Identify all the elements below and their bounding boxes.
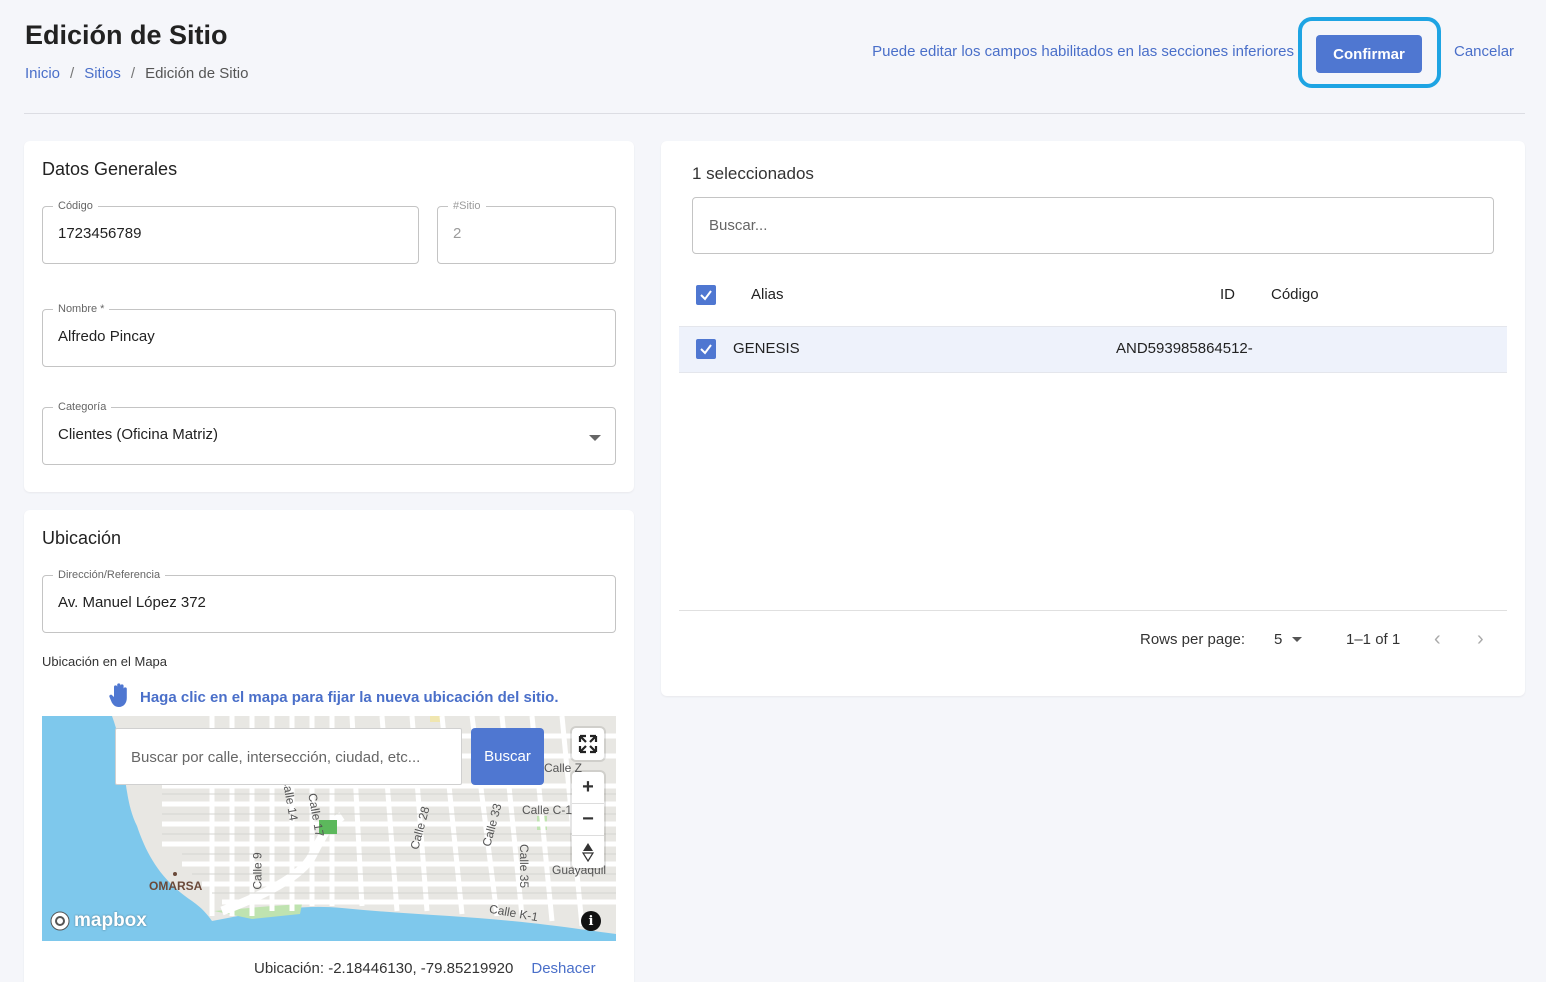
categoria-label: Categoría [53,400,112,414]
map-search-button[interactable]: Buscar [471,728,544,785]
nombre-field[interactable]: Nombre * Alfredo Pincay [42,302,616,367]
map-canvas[interactable]: Calle Z Calle C-1 Calle 28 Calle 33 Call… [42,716,616,941]
zoom-out-icon[interactable]: − [572,804,604,836]
chevron-down-icon [1292,637,1303,642]
row-alias: GENESIS [733,340,800,357]
codigo-label: Código [53,199,98,213]
table-search-input[interactable]: Buscar... [692,197,1494,254]
chevron-down-icon [589,435,601,441]
location-title: Ubicación [42,528,122,548]
breadcrumb-separator: / [70,65,75,82]
page-title: Edición de Sitio [25,20,228,50]
table-search-placeholder: Buscar... [709,217,768,234]
fullscreen-control[interactable] [572,728,604,760]
mapbox-brand-text: mapbox [74,910,147,931]
rows-per-page-value: 5 [1274,631,1283,648]
zoom-controls: + − [572,772,604,868]
rows-per-page-select[interactable]: 5 [1274,631,1303,648]
breadcrumb: Inicio / Sitios / Edición de Sitio [25,65,248,82]
codigo-value: 1723456789 [58,225,142,242]
location-coordinates: Ubicación: -2.18446130, -79.85219920 [254,960,514,977]
zoom-in-icon[interactable]: + [572,772,604,804]
codigo-field[interactable]: Código 1723456789 [42,199,419,264]
pagination-range: 1–1 of 1 [1346,631,1401,648]
column-header-codigo[interactable]: Código [1271,286,1319,303]
direccion-field[interactable]: Dirección/Referencia Av. Manuel López 37… [42,568,616,633]
compass-icon[interactable] [572,836,604,868]
sitio-number-field: #Sitio 2 [437,199,616,264]
confirm-highlight: Confirmar [1298,17,1441,88]
breadcrumb-current: Edición de Sitio [145,65,249,82]
direccion-label: Dirección/Referencia [53,568,166,582]
mapbox-logo: mapbox [50,910,147,932]
map-street-label: Calle C-1 [522,803,573,817]
next-page-icon[interactable]: › [1477,628,1484,651]
check-icon [700,290,712,301]
rows-per-page-label: Rows per page: [1140,631,1246,648]
confirm-button[interactable]: Confirmar [1316,35,1422,73]
select-all-checkbox[interactable] [696,285,716,305]
breadcrumb-sitios[interactable]: Sitios [84,65,121,82]
map-search-input[interactable]: Buscar por calle, intersección, ciudad, … [115,728,462,785]
sitio-number-value: 2 [453,225,462,242]
row-id: AND593985864512- [1116,340,1253,357]
sitio-number-label: #Sitio [448,199,486,213]
map-street-label: Calle 35 [517,843,532,889]
undo-button[interactable]: Deshacer [531,960,595,977]
breadcrumb-inicio[interactable]: Inicio [25,65,60,82]
map-street-label: Calle 9 [250,852,265,890]
nombre-value: Alfredo Pincay [58,328,155,345]
mapbox-icon [50,911,70,931]
column-header-alias[interactable]: Alias [751,286,784,303]
map-hint-text: Haga clic en el mapa para fijar la nueva… [140,689,559,706]
info-icon[interactable]: i [581,911,601,931]
categoria-select[interactable]: Categoría Clientes (Oficina Matriz) [42,400,616,465]
map-label: Ubicación en el Mapa [42,654,168,669]
column-header-id[interactable]: ID [1220,286,1235,303]
map-hint: Haga clic en el mapa para fijar la nueva… [108,682,558,713]
prev-page-icon[interactable]: ‹ [1434,628,1441,651]
table-row[interactable] [679,326,1507,373]
table-footer-divider [679,610,1507,611]
breadcrumb-separator: / [130,65,136,82]
general-data-title: Datos Generales [42,159,178,179]
location-readout: Ubicación: -2.18446130, -79.85219920 Des… [254,960,596,977]
direccion-value: Av. Manuel López 372 [58,594,206,611]
fullscreen-icon[interactable] [572,728,604,760]
hand-icon [108,682,132,713]
selected-count: 1 seleccionados [692,164,814,183]
map-poi-label: OMARSA [149,879,203,893]
edit-hint: Puede editar los campos habilitados en l… [872,43,1294,60]
cancel-button[interactable]: Cancelar [1454,43,1514,60]
map-search-placeholder: Buscar por calle, intersección, ciudad, … [131,749,421,766]
nombre-label: Nombre * [53,302,110,316]
categoria-value: Clientes (Oficina Matriz) [58,426,219,443]
page-header: Edición de Sitio Inicio / Sitios / Edici… [0,0,1546,114]
row-checkbox[interactable] [696,339,716,359]
header-divider [24,113,1525,114]
check-icon [700,344,712,355]
